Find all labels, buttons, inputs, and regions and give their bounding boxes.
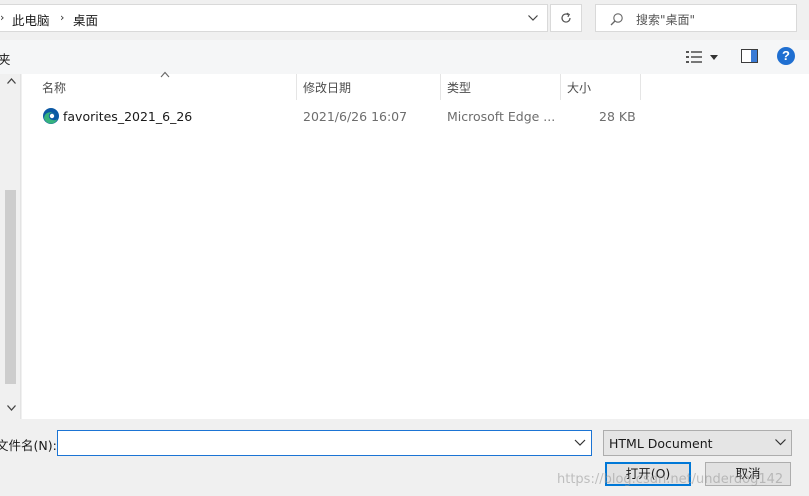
column-divider[interactable] [296, 74, 297, 100]
column-divider[interactable] [560, 74, 561, 100]
column-header-type[interactable]: 类型 [447, 74, 471, 100]
change-view-button[interactable] [686, 48, 724, 66]
search-input[interactable]: 搜索"桌面" [636, 11, 695, 28]
breadcrumb-separator: › [60, 11, 65, 24]
filename-field[interactable] [57, 430, 592, 456]
file-modified: 2021/6/26 16:07 [303, 109, 408, 124]
scrollbar-thumb[interactable] [5, 190, 16, 384]
preview-pane-icon [741, 49, 758, 63]
file-list[interactable]: 名称 修改日期 类型 大小 favorites_2021_6_26 2021/6… [22, 71, 809, 419]
address-bar[interactable]: › 此电脑 › 桌面 [0, 4, 548, 32]
file-type: Microsoft Edge ... [447, 109, 556, 124]
search-icon [610, 13, 623, 26]
search-box[interactable]: 搜索"桌面" [595, 4, 797, 32]
filetype-select[interactable]: HTML Document [603, 430, 792, 456]
details-view-icon [686, 51, 702, 63]
breadcrumb-this-pc[interactable]: 此电脑 [12, 10, 50, 29]
caret-down-icon [710, 54, 718, 60]
breadcrumb-desktop[interactable]: 桌面 [73, 10, 98, 29]
scroll-up-icon[interactable] [7, 78, 16, 84]
toolbar: 夹 ? [0, 40, 809, 74]
edge-icon [43, 108, 59, 124]
chevron-down-icon [775, 439, 786, 446]
column-header-size[interactable]: 大小 [567, 74, 591, 100]
column-divider[interactable] [640, 74, 641, 100]
dialog-footer: 文件名(N): HTML Document 打开(O) 取消 https://b… [0, 419, 809, 496]
breadcrumb-separator: › [0, 11, 5, 24]
chevron-down-icon[interactable] [573, 435, 587, 449]
refresh-icon [561, 12, 571, 23]
filename-label: 文件名(N): [0, 438, 57, 453]
file-size: 28 KB [599, 109, 636, 124]
toolbar-left-label[interactable]: 夹 [0, 49, 11, 68]
column-header-name[interactable]: 名称 [42, 74, 66, 100]
refresh-button[interactable] [550, 4, 582, 32]
sort-ascending-icon [160, 71, 170, 78]
watermark: https://blog.csdn.net/underdog142 [557, 472, 784, 487]
scroll-down-icon[interactable] [7, 405, 16, 411]
column-divider[interactable] [440, 74, 441, 100]
address-history-button[interactable] [520, 5, 546, 31]
chevron-down-icon [528, 15, 538, 21]
navigation-pane[interactable] [0, 74, 21, 419]
help-icon[interactable]: ? [777, 47, 795, 65]
preview-pane-button[interactable] [741, 49, 758, 63]
file-name[interactable]: favorites_2021_6_26 [63, 109, 192, 124]
column-header-modified[interactable]: 修改日期 [303, 74, 351, 100]
filetype-value: HTML Document [609, 436, 713, 451]
